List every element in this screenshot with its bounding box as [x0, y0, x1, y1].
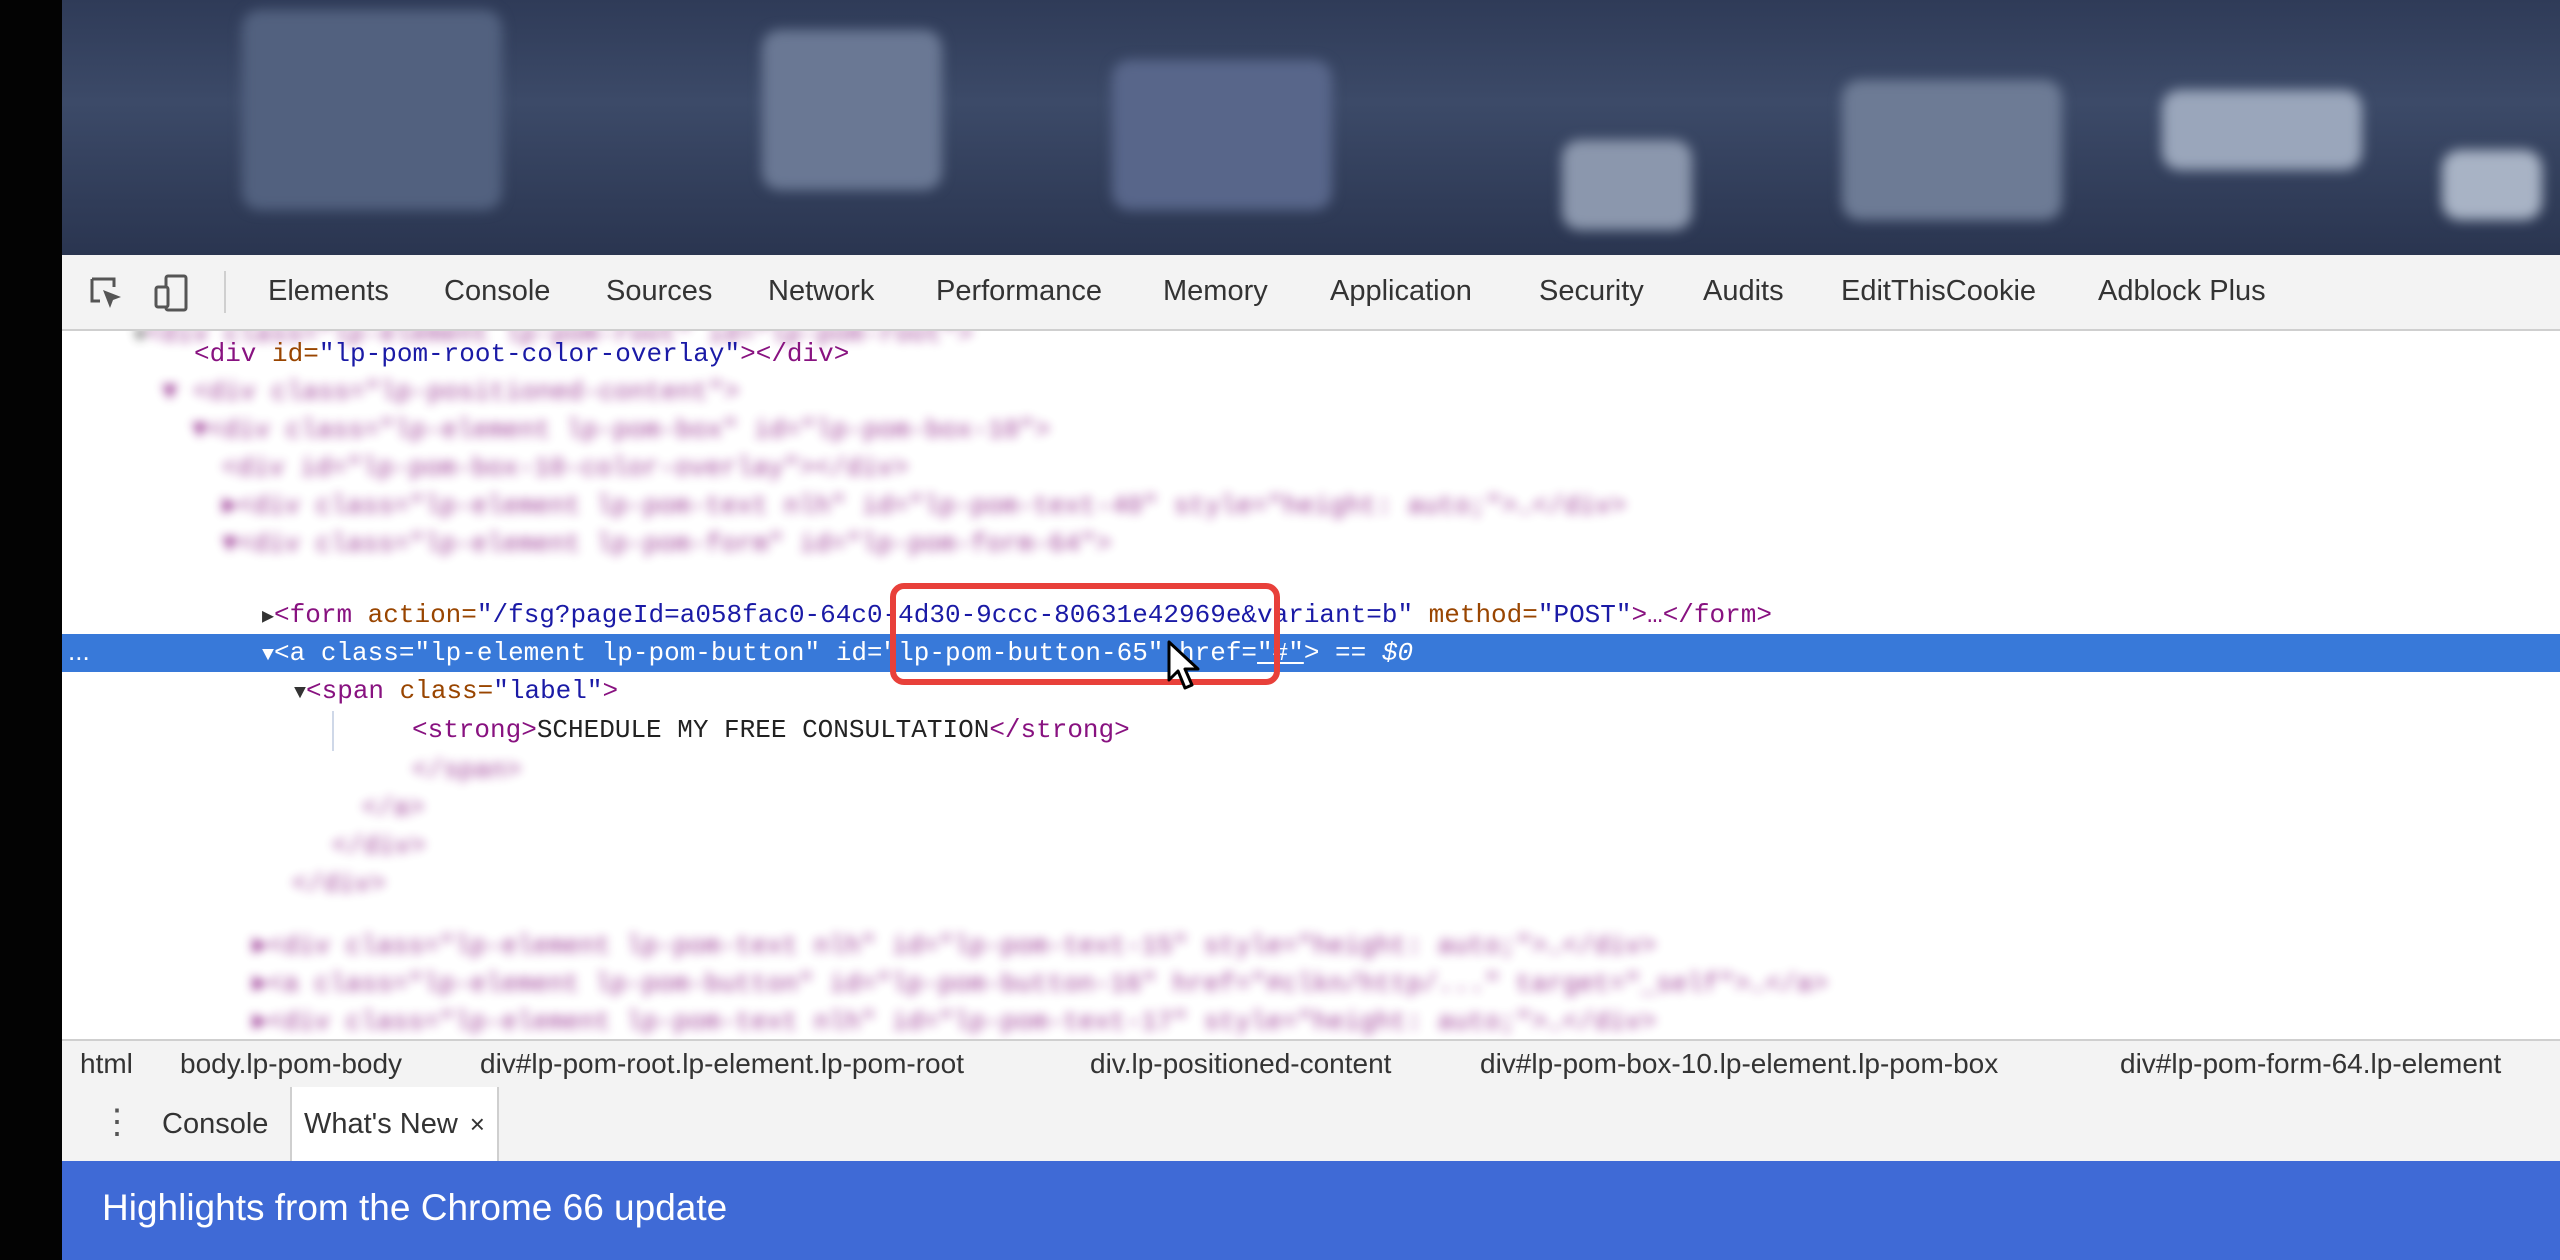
mouse-cursor-icon	[1167, 640, 1200, 690]
banner-title: Highlights from the Chrome 66 update	[102, 1187, 728, 1228]
tree-guide-line	[332, 711, 334, 751]
tab-performance[interactable]: Performance	[936, 275, 1102, 308]
blurred-dom-node: </span>	[412, 755, 522, 785]
tab-adblock-plus[interactable]: Adblock Plus	[2098, 275, 2266, 308]
tab-network[interactable]: Network	[768, 275, 874, 308]
dom-node-strong[interactable]: <strong>SCHEDULE MY FREE CONSULTATION</s…	[412, 711, 1130, 749]
collapse-triangle-icon: ▼	[262, 644, 275, 667]
blurred-dom-node: ▼<div class="lp-element lp-pom-box" id="…	[192, 415, 1051, 445]
breadcrumb-item[interactable]: html	[80, 1041, 133, 1087]
collapse-triangle-icon: ▼	[294, 682, 307, 705]
drawer-tab-label: What's New	[304, 1108, 458, 1140]
dom-node-color-overlay[interactable]: <div id="lp-pom-root-color-overlay"></di…	[194, 335, 849, 373]
close-icon[interactable]: ×	[470, 1109, 485, 1139]
hero-blur-shape	[762, 30, 942, 190]
blurred-dom-node: ►<a class="lp-element lp-pom-button" id=…	[252, 969, 1828, 999]
tab-editthiscookie[interactable]: EditThisCookie	[1841, 275, 2036, 308]
collapse-triangle-icon: ▼	[134, 331, 147, 348]
expand-triangle-icon: ▶	[262, 606, 275, 629]
blurred-dom-node: </div>	[292, 869, 386, 899]
blurred-dom-node: ▼<div class="lp-element lp-pom-form" id=…	[222, 529, 1112, 559]
highlight-annotation-box	[890, 583, 1280, 685]
tab-application[interactable]: Application	[1330, 275, 1472, 308]
inspect-element-icon[interactable]	[86, 273, 126, 313]
drawer-menu-icon[interactable]: ⋮	[100, 1105, 134, 1139]
drawer-tab-console[interactable]: Console	[162, 1087, 268, 1161]
blurred-dom-node: ►<div class="lp-element lp-pom-text nlh"…	[222, 491, 1627, 521]
elements-dom-tree: ▼<div class="lp-element lp-pom-root" id=…	[62, 331, 2560, 1039]
page-hero-background	[62, 0, 2560, 255]
blurred-dom-node: <div id="lp-pom-box-10-color-overlay"></…	[222, 453, 909, 483]
more-options-icon[interactable]: ...	[68, 634, 90, 668]
toolbar-divider	[224, 271, 226, 313]
selected-dom-node-row[interactable]: ... ▼<a class="lp-element lp-pom-button"…	[62, 634, 2560, 672]
drawer-tab-whats-new[interactable]: What's New ×	[290, 1087, 499, 1161]
left-black-bar	[0, 0, 62, 1260]
blurred-dom-node: ►<div class="lp-element lp-pom-text nlh"…	[252, 931, 1657, 961]
blurred-dom-node: </a>	[362, 793, 425, 823]
breadcrumb-item[interactable]: div#lp-pom-root.lp-element.lp-pom-root	[480, 1041, 964, 1087]
breadcrumb-item[interactable]: div#lp-pom-form-64.lp-element	[2120, 1041, 2501, 1087]
hero-blur-shape	[2162, 90, 2362, 170]
blurred-dom-node: ▼ <div class="lp-positioned-content">	[162, 377, 740, 407]
dom-breadcrumb: html body.lp-pom-body div#lp-pom-root.lp…	[62, 1039, 2560, 1089]
tab-sources[interactable]: Sources	[606, 275, 712, 308]
breadcrumb-item[interactable]: div.lp-positioned-content	[1090, 1041, 1391, 1087]
hero-blur-shape	[1562, 140, 1692, 230]
devtools-toolbar: Elements Console Sources Network Perform…	[62, 255, 2560, 331]
tab-audits[interactable]: Audits	[1703, 275, 1784, 308]
tab-security[interactable]: Security	[1539, 275, 1644, 308]
hero-blur-shape	[242, 10, 502, 210]
blurred-dom-node: ►<div class="lp-element lp-pom-text nlh"…	[252, 1007, 1657, 1037]
devtools-panel: Elements Console Sources Network Perform…	[62, 255, 2560, 1260]
hero-blur-shape	[1842, 80, 2062, 220]
device-toolbar-icon[interactable]	[152, 273, 192, 313]
tab-elements[interactable]: Elements	[268, 275, 389, 308]
blurred-dom-node: </div>	[332, 831, 426, 861]
tab-console[interactable]: Console	[444, 275, 550, 308]
hero-blur-shape	[1112, 60, 1332, 210]
devtools-drawer-tabbar: ⋮ Console What's New ×	[62, 1087, 2560, 1163]
tab-memory[interactable]: Memory	[1163, 275, 1268, 308]
breadcrumb-item[interactable]: body.lp-pom-body	[180, 1041, 402, 1087]
breadcrumb-item[interactable]: div#lp-pom-box-10.lp-element.lp-pom-box	[1480, 1041, 1998, 1087]
hero-blur-shape	[2442, 150, 2542, 220]
whats-new-banner: Highlights from the Chrome 66 update	[62, 1161, 2560, 1260]
dom-node-span-label[interactable]: ▼<span class="label">	[294, 672, 618, 710]
